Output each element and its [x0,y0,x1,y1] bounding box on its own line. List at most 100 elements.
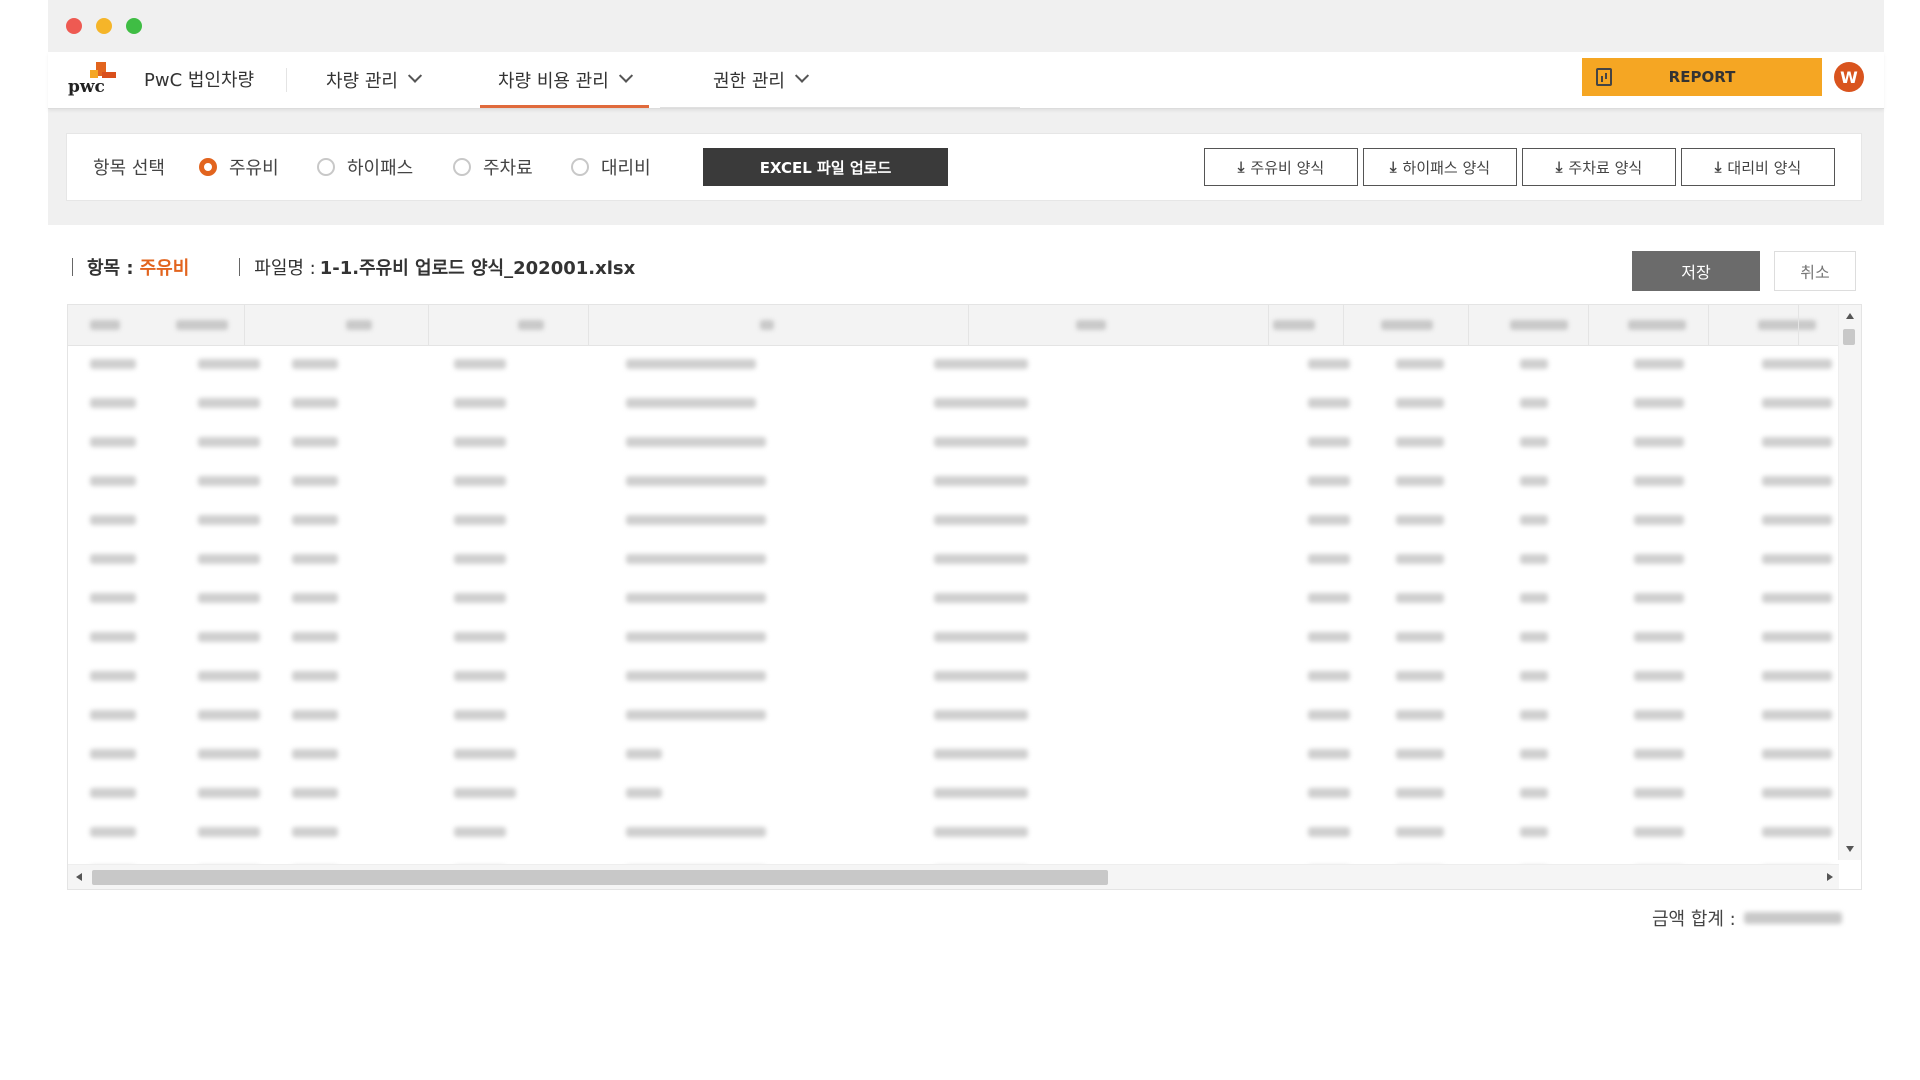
hipass-template-download-button[interactable]: ⤓ 하이패스 양식 [1363,148,1517,186]
table-row[interactable] [68,462,1838,501]
table-row[interactable] [68,696,1838,735]
column-separator[interactable] [588,305,589,345]
table-cell-blurred [90,632,136,642]
scroll-left-icon[interactable] [76,873,82,881]
table-cell-blurred [1308,554,1350,564]
column-header-blurred[interactable] [90,320,120,330]
column-header-blurred[interactable] [1076,320,1106,330]
column-header-blurred[interactable] [518,320,544,330]
table-row[interactable] [68,501,1838,540]
vertical-scrollbar[interactable] [1838,305,1861,860]
table-cell-blurred [198,788,260,798]
horizontal-scrollbar[interactable] [68,864,1839,889]
table-row[interactable] [68,735,1838,774]
radio-parking[interactable]: 주차료 [453,154,533,180]
nav-vehicle-cost-management[interactable]: 차량 비용 관리 [480,52,649,108]
scroll-up-icon[interactable] [1846,313,1854,319]
table-cell-blurred [90,398,136,408]
table-cell-blurred [626,476,766,486]
table-cell-blurred [626,554,766,564]
cancel-button[interactable]: 취소 [1774,251,1856,291]
radio-checked-icon [199,158,217,176]
template-label: 주차료 양식 [1568,158,1643,177]
table-row[interactable] [68,384,1838,423]
column-separator[interactable] [1268,305,1269,345]
logo-text: pwc [68,77,105,97]
table-cell-blurred [90,437,136,447]
radio-label: 대리비 [601,158,651,179]
table-row[interactable] [68,345,1838,384]
valet-template-download-button[interactable]: ⤓ 대리비 양식 [1681,148,1835,186]
user-avatar[interactable]: W [1834,62,1864,92]
close-window-button[interactable] [66,18,82,34]
table-cell-blurred [626,710,766,720]
template-label: 주유비 양식 [1250,158,1325,177]
radio-label: 하이패스 [347,158,414,179]
table-row[interactable] [68,618,1838,657]
table-row[interactable] [68,579,1838,618]
column-header-blurred[interactable] [1758,320,1816,330]
template-label: 하이패스 양식 [1402,158,1491,177]
table-cell-blurred [934,515,1028,525]
save-button[interactable]: 저장 [1632,251,1760,291]
table-cell-blurred [90,827,136,837]
pwc-logo[interactable]: pwc [66,60,122,100]
column-separator[interactable] [1708,305,1709,345]
column-header-blurred[interactable] [1273,320,1315,330]
maximize-window-button[interactable] [126,18,142,34]
radio-valet[interactable]: 대리비 [571,154,651,180]
column-separator[interactable] [428,305,429,345]
table-cell-blurred [1396,437,1444,447]
column-header-blurred[interactable] [1510,320,1568,330]
scroll-thumb[interactable] [1843,329,1855,345]
table-row[interactable] [68,657,1838,696]
excel-upload-button[interactable]: EXCEL 파일 업로드 [703,148,948,186]
scroll-right-icon[interactable] [1827,873,1833,881]
table-cell-blurred [1520,788,1548,798]
scroll-down-icon[interactable] [1846,846,1854,852]
table-cell-blurred [1396,710,1444,720]
table-cell-blurred [198,359,260,369]
parking-template-download-button[interactable]: ⤓ 주차료 양식 [1522,148,1676,186]
column-header-blurred[interactable] [346,320,372,330]
table-cell-blurred [1634,827,1684,837]
table-cell-blurred [1762,749,1832,759]
table-row[interactable] [68,774,1838,813]
table-cell-blurred [1762,827,1832,837]
scroll-thumb[interactable] [92,870,1108,885]
table-cell-blurred [1308,788,1350,798]
column-header-blurred[interactable] [176,320,228,330]
table-cell-blurred [1762,632,1832,642]
column-separator[interactable] [1798,305,1799,345]
minimize-window-button[interactable] [96,18,112,34]
column-header-blurred[interactable] [1628,320,1686,330]
column-separator[interactable] [968,305,969,345]
table-cell-blurred [198,554,260,564]
fuel-template-download-button[interactable]: ⤓ 주유비 양식 [1204,148,1358,186]
report-button[interactable]: REPORT [1582,58,1822,96]
table-cell-blurred [934,671,1028,681]
radio-hipass[interactable]: 하이패스 [317,154,413,180]
column-separator[interactable] [1343,305,1344,345]
table-row[interactable] [68,540,1838,579]
table-cell-blurred [1762,671,1832,681]
table-cell-blurred [934,398,1028,408]
column-header-blurred[interactable] [1381,320,1433,330]
column-header-blurred[interactable] [760,320,774,330]
nav-permission-management[interactable]: 권한 관리 [713,52,810,108]
table-cell-blurred [1396,398,1444,408]
column-separator[interactable] [244,305,245,345]
table-cell-blurred [1634,476,1684,486]
table-row[interactable] [68,813,1838,852]
table-cell-blurred [1308,359,1350,369]
column-separator[interactable] [1588,305,1589,345]
table-row[interactable] [68,423,1838,462]
table-cell-blurred [292,476,338,486]
column-separator[interactable] [1468,305,1469,345]
nav-vehicle-management[interactable]: 차량 관리 [326,52,423,108]
radio-fuel[interactable]: 주유비 [199,154,279,180]
table-cell-blurred [198,671,260,681]
table-cell-blurred [198,437,260,447]
download-icon: ⤓ [1237,158,1245,176]
nav-item-label: 차량 관리 [326,71,398,92]
